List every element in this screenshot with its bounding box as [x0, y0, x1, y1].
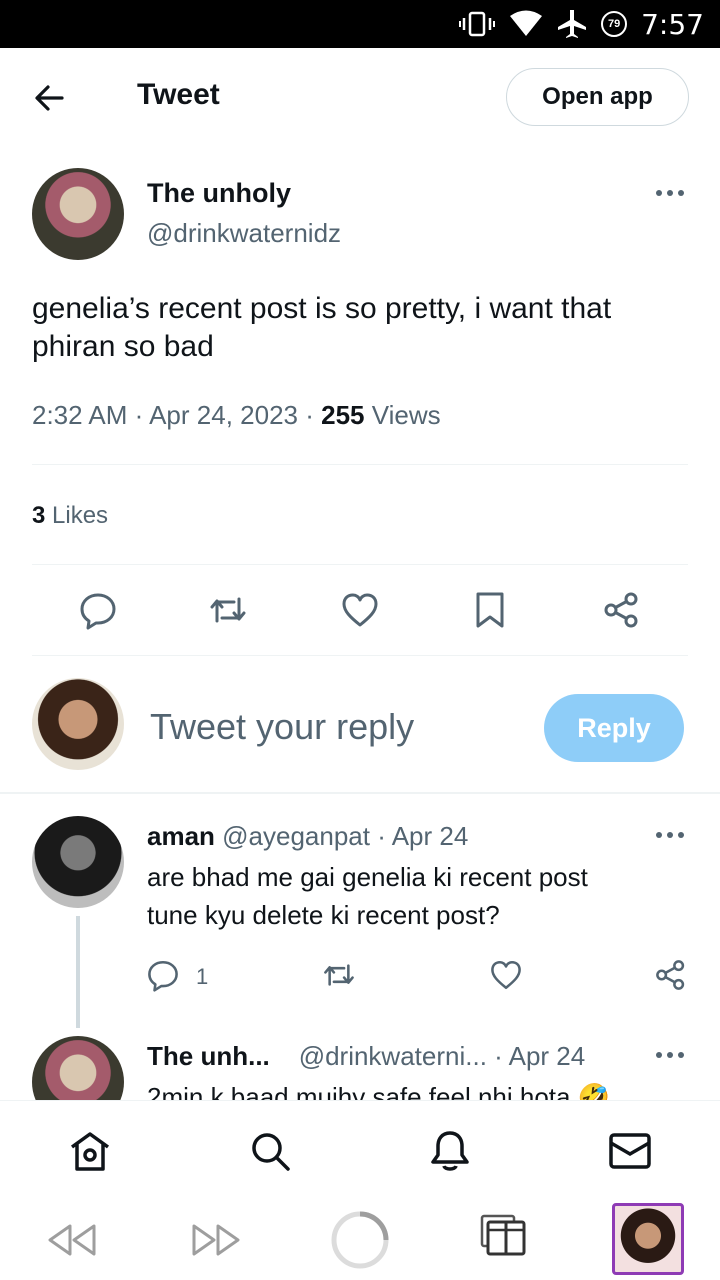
tabs-overview-icon[interactable] [480, 1214, 528, 1258]
bottom-nav [0, 1100, 720, 1200]
likes-label: Likes [52, 502, 109, 529]
reply-count: 1 [196, 964, 209, 989]
reply-text-line: 2min k baad mujhy safe feel nhi hota 🤣 [147, 1082, 611, 1100]
page-title: Tweet [137, 78, 220, 111]
retweet-icon[interactable] [322, 958, 356, 992]
more-options-icon[interactable] [654, 188, 686, 198]
divider [32, 655, 688, 656]
back-arrow-icon[interactable] [30, 78, 70, 118]
reply-header: aman @ayeganpat · Apr 24 [147, 817, 468, 855]
tweet-date: Apr 24, 2023 [149, 400, 298, 430]
active-tab-thumbnail[interactable] [612, 1203, 684, 1275]
home-icon[interactable] [68, 1129, 112, 1173]
battery-icon: 79 [601, 11, 628, 37]
views-count: 255 [321, 400, 365, 430]
author-handle[interactable]: @drinkwaternidz [147, 218, 341, 249]
tweet-meta: 2:32 AM · Apr 24, 2023 · 255 Views [32, 400, 441, 431]
reply-avatar[interactable] [32, 816, 124, 908]
likes-row[interactable]: 3 Likes [32, 502, 108, 530]
status-bar: 79 7:57 [0, 0, 720, 48]
meta-separator: · [134, 400, 150, 430]
meta-separator: · [305, 400, 322, 430]
thread-connector [76, 916, 80, 1028]
reply-icon[interactable] [146, 958, 180, 992]
reply-author-handle[interactable]: @ayeganpat [222, 821, 370, 851]
current-user-avatar [32, 678, 124, 770]
reply-icon[interactable] [78, 590, 118, 630]
forward-icon[interactable] [190, 1220, 242, 1260]
share-icon[interactable] [602, 590, 642, 630]
author-avatar[interactable] [32, 168, 124, 260]
like-heart-icon[interactable] [489, 958, 523, 992]
open-app-button[interactable]: Open app [506, 68, 689, 126]
like-heart-icon[interactable] [340, 590, 380, 630]
more-options-icon[interactable] [654, 830, 686, 840]
reload-spinner-icon[interactable] [330, 1210, 390, 1270]
vibrate-icon [459, 11, 496, 37]
status-time: 7:57 [641, 7, 704, 41]
divider [32, 564, 688, 565]
back-rewind-icon[interactable] [46, 1220, 98, 1260]
author-name[interactable]: The unholy [147, 178, 291, 209]
top-header: Tweet Open app [0, 48, 720, 146]
reply-author-name[interactable]: aman [147, 821, 215, 851]
meta-separator: · [494, 1041, 509, 1071]
tweet-time: 2:32 AM [32, 400, 128, 430]
reply-item-clipped: The unh... @drinkwaterni... · Apr 24 2mi… [0, 1036, 720, 1100]
airplane-icon [558, 10, 587, 38]
reply-button[interactable]: Reply [544, 694, 684, 762]
notifications-bell-icon[interactable] [428, 1129, 472, 1173]
retweet-icon[interactable] [208, 590, 248, 630]
bookmark-icon[interactable] [470, 590, 510, 630]
divider [32, 464, 688, 465]
reply-text-line: are bhad me gai genelia ki recent post [147, 862, 588, 892]
likes-count: 3 [32, 502, 46, 529]
reply-author-handle[interactable]: @drinkwaterni... [299, 1041, 487, 1071]
reply-input[interactable]: Tweet your reply [150, 706, 414, 748]
reply-avatar[interactable] [32, 1036, 124, 1100]
wifi-icon [510, 10, 543, 36]
divider [0, 792, 720, 794]
reply-text-line: tune kyu delete ki recent post? [147, 900, 500, 930]
meta-separator: · [377, 821, 392, 851]
reply-date: Apr 24 [391, 821, 469, 851]
search-icon[interactable] [248, 1129, 292, 1173]
more-options-icon[interactable] [654, 1050, 686, 1060]
tweet-text: genelia’s recent post is so pretty, i wa… [32, 292, 612, 363]
status-icons: 79 7:57 [459, 0, 704, 48]
messages-mail-icon[interactable] [608, 1129, 652, 1173]
reply-date: Apr 24 [508, 1041, 586, 1071]
reply-author-name[interactable]: The unh... [147, 1041, 270, 1071]
reply-header: The unh... @drinkwaterni... · Apr 24 [147, 1037, 585, 1075]
share-icon[interactable] [654, 958, 688, 992]
views-label: Views [371, 400, 441, 430]
